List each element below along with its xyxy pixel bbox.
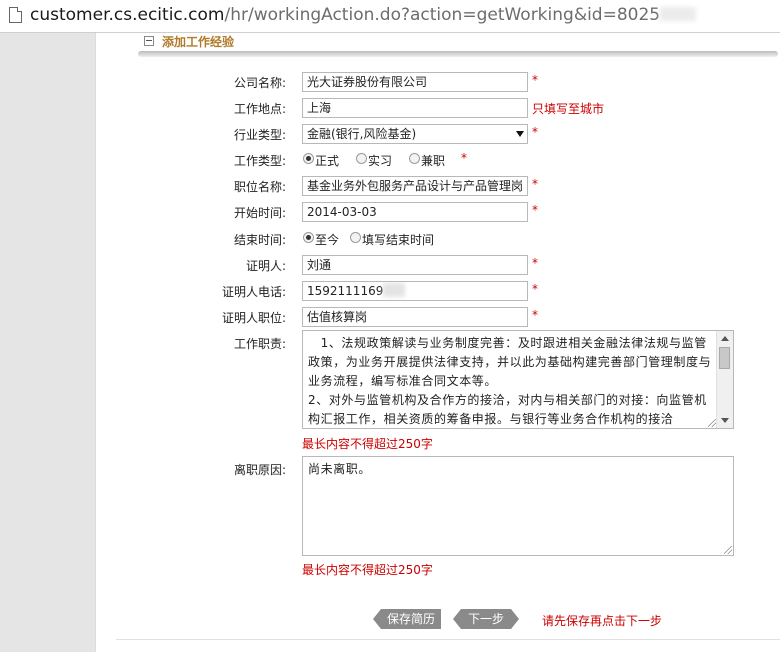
- industry-required: *: [532, 125, 538, 139]
- scroll-down-icon[interactable]: [721, 418, 729, 423]
- reference-title-row: 证明人职位: 估值核算岗 *: [96, 307, 776, 327]
- address-bar[interactable]: customer.cs.ecitic.com/hr/workingAction.…: [0, 0, 780, 33]
- location-row: 工作地点: 上海 只填写至城市: [96, 98, 776, 118]
- section-title: 添加工作经验: [162, 35, 235, 49]
- job-type-radio-parttime[interactable]: [409, 153, 420, 164]
- scroll-thumb[interactable]: [719, 347, 730, 369]
- scroll-up-icon[interactable]: [721, 336, 729, 341]
- company-row: 公司名称: 光大证券股份有限公司 *: [96, 72, 776, 92]
- reference-title-label: 证明人职位:: [221, 311, 286, 325]
- start-date-label: 开始时间:: [233, 206, 286, 220]
- reference-phone-value: 1592111169: [307, 284, 384, 298]
- company-label: 公司名称:: [233, 76, 286, 90]
- start-date-input[interactable]: 2014-03-03: [302, 202, 528, 222]
- next-step-button[interactable]: 下一步: [453, 609, 519, 629]
- dropdown-arrow-icon: [516, 131, 524, 137]
- page-content: 添加工作经验 公司名称: 光大证券股份有限公司 * 工作地点: 上海 只填写至城…: [95, 33, 780, 652]
- save-first-note: 请先保存再点击下一步: [542, 614, 663, 628]
- reference-title-input[interactable]: 估值核算岗: [302, 307, 528, 327]
- position-label: 职位名称:: [233, 180, 286, 194]
- job-type-option-intern[interactable]: 实习: [368, 152, 392, 169]
- industry-label: 行业类型:: [233, 128, 286, 142]
- industry-selected: 金融(银行,风险基金): [307, 127, 417, 141]
- start-date-required: *: [532, 203, 538, 217]
- location-input[interactable]: 上海: [302, 98, 528, 118]
- section-header[interactable]: 添加工作经验: [144, 33, 234, 51]
- job-type-row: 工作类型: 正式 实习 兼职 *: [96, 150, 776, 170]
- leave-reason-textarea[interactable]: 尚未离职。: [302, 456, 734, 556]
- reference-phone-input[interactable]: 1592111169: [302, 281, 528, 301]
- duties-scrollbar[interactable]: [716, 331, 733, 428]
- end-date-radio-present[interactable]: [303, 232, 314, 243]
- end-date-radio-specify[interactable]: [350, 232, 361, 243]
- start-date-row: 开始时间: 2014-03-03 *: [96, 202, 776, 222]
- duties-text: 1、法规政策解读与业务制度完善：及时跟进相关金融法律法规与监管政策，为业务开展提…: [308, 336, 712, 426]
- resize-handle-icon[interactable]: [724, 546, 732, 554]
- bottom-divider: [116, 639, 780, 640]
- url-redaction: [660, 7, 697, 21]
- end-date-row: 结束时间: 至今 填写结束时间: [96, 229, 776, 249]
- position-required: *: [532, 177, 538, 191]
- resize-handle-icon[interactable]: [708, 419, 716, 427]
- reference-phone-required: *: [532, 282, 538, 296]
- leave-reason-limit-note: 最长内容不得超过250字: [302, 563, 433, 577]
- reference-row: 证明人: 刘通 *: [96, 255, 776, 275]
- leave-reason-label: 离职原因:: [233, 463, 286, 477]
- reference-label: 证明人:: [245, 259, 286, 273]
- url-path: /hr/workingAction.do?action=getWorking&i…: [224, 5, 661, 25]
- url-text[interactable]: customer.cs.ecitic.com/hr/workingAction.…: [30, 4, 697, 26]
- job-type-option-regular[interactable]: 正式: [315, 152, 339, 169]
- reference-title-required: *: [532, 308, 538, 322]
- position-input[interactable]: 基金业务外包服务产品设计与产品管理岗: [302, 176, 528, 196]
- industry-row: 行业类型: 金融(银行,风险基金) *: [96, 124, 776, 144]
- job-type-label: 工作类型:: [233, 154, 286, 168]
- company-input[interactable]: 光大证券股份有限公司: [302, 72, 528, 92]
- reference-phone-label: 证明人电话:: [221, 285, 286, 299]
- duties-label: 工作职责:: [233, 337, 286, 351]
- position-row: 职位名称: 基金业务外包服务产品设计与产品管理岗 *: [96, 176, 776, 196]
- reference-required: *: [532, 256, 538, 270]
- duties-row: 工作职责: 1、法规政策解读与业务制度完善：及时跟进相关金融法律法规与监管政策，…: [96, 330, 776, 433]
- reference-phone-row: 证明人电话: 1592111169 *: [96, 281, 776, 301]
- collapse-icon[interactable]: [144, 36, 154, 46]
- save-resume-button[interactable]: 保存简历: [373, 609, 441, 629]
- duties-textarea[interactable]: 1、法规政策解读与业务制度完善：及时跟进相关金融法律法规与监管政策，为业务开展提…: [302, 330, 734, 429]
- phone-redaction: [383, 283, 406, 297]
- url-host: customer.cs.ecitic.com: [30, 5, 225, 25]
- job-type-option-parttime[interactable]: 兼职: [421, 152, 445, 169]
- end-date-label: 结束时间:: [233, 233, 286, 247]
- duties-limit-note: 最长内容不得超过250字: [302, 437, 433, 451]
- leave-reason-text: 尚未离职。: [308, 462, 372, 476]
- end-date-option-present[interactable]: 至今: [315, 231, 339, 248]
- reference-input[interactable]: 刘通: [302, 255, 528, 275]
- end-date-option-specify[interactable]: 填写结束时间: [362, 231, 434, 248]
- job-type-radio-intern[interactable]: [356, 153, 367, 164]
- industry-select[interactable]: 金融(银行,风险基金): [302, 124, 528, 144]
- leave-reason-row: 离职原因: 尚未离职。: [96, 456, 776, 559]
- location-label: 工作地点:: [233, 102, 286, 116]
- company-required: *: [532, 73, 538, 87]
- page-icon: [9, 7, 22, 23]
- location-hint: 只填写至城市: [532, 102, 605, 116]
- section-divider: [138, 51, 778, 57]
- job-type-radio-regular[interactable]: [303, 153, 314, 164]
- job-type-required: *: [461, 151, 467, 165]
